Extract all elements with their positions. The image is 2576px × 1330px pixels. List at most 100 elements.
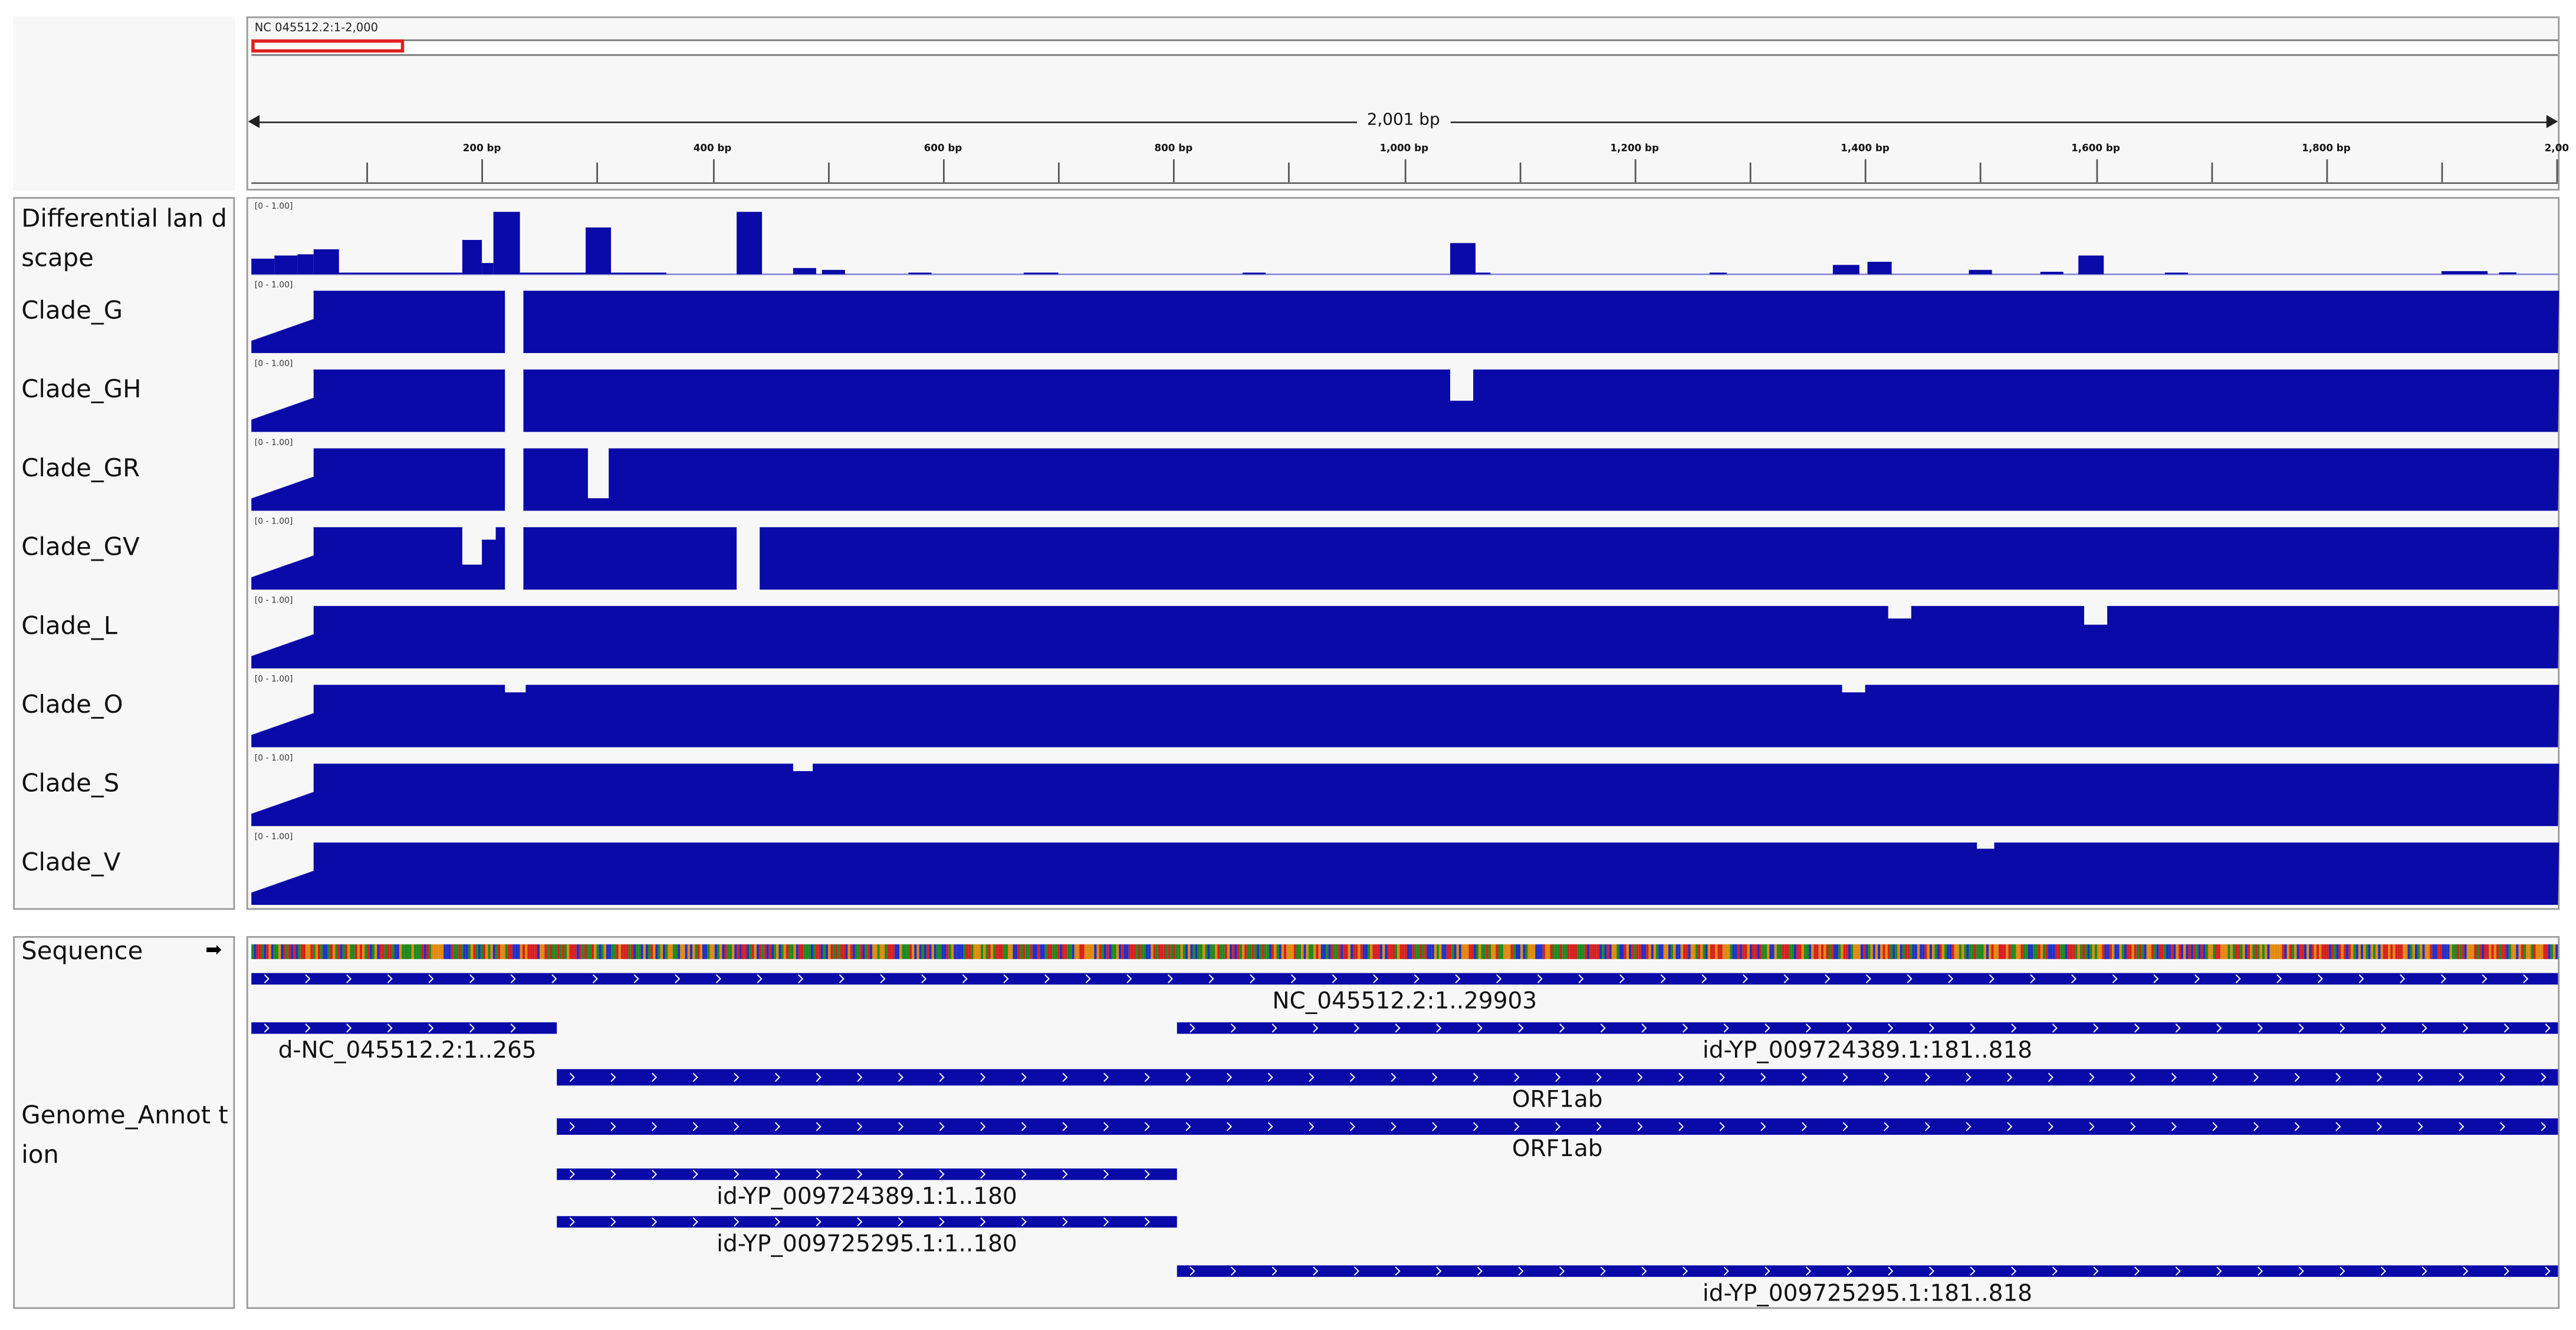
sequence-base [1188, 944, 1191, 959]
sequence-base [2173, 944, 2176, 959]
sequence-base [2378, 944, 2381, 959]
sequence-base [2294, 944, 2297, 959]
landscape-bar [297, 254, 314, 275]
sequence-base [576, 944, 579, 959]
track-name[interactable]: Clade_S [21, 763, 235, 803]
sequence-base [1096, 944, 1099, 959]
sequence-base [638, 944, 641, 959]
track-name-sequence[interactable]: Sequence [21, 931, 143, 970]
sequence-base [971, 944, 974, 959]
sequence-base [416, 944, 419, 959]
sequence-base [1350, 944, 1353, 959]
chromosome-ideogram[interactable] [251, 39, 2558, 56]
sequence-base [1575, 944, 1578, 959]
track-name[interactable]: Clade_V [21, 842, 235, 882]
sequence-base [1907, 944, 1910, 959]
sequence-base [308, 944, 311, 959]
sequence-base [2400, 944, 2403, 959]
sequence-base [1040, 944, 1043, 959]
sequence-base [968, 944, 971, 959]
sequence-base [1215, 944, 1218, 959]
sequence-base [2289, 944, 2292, 959]
feature-bar[interactable] [1177, 1265, 2558, 1277]
track-name[interactable]: Clade_GH [21, 370, 235, 409]
sequence-base [793, 944, 796, 959]
feature-bar[interactable] [557, 1216, 1177, 1228]
sequence-base [2328, 944, 2331, 959]
sequence-base [1116, 944, 1119, 959]
ruler-tick-label: 1,600 bp [2071, 143, 2120, 154]
sequence-base [860, 944, 863, 959]
track-name-genome-annotation[interactable]: Genome_Annot tion [21, 1095, 235, 1174]
sequence-base [1927, 944, 1930, 959]
sequence-base [2269, 944, 2272, 959]
sequence-base [1128, 944, 1131, 959]
sequence-base [1552, 944, 1555, 959]
ruler-tick-label: 800 bp [1154, 143, 1193, 154]
sequence-base [256, 944, 259, 959]
sequence-base [912, 944, 915, 959]
sequence-base [2282, 944, 2285, 959]
track-data-range: [0 - 1.00] [254, 360, 293, 370]
track-name[interactable]: Differential lan dscape [21, 199, 235, 278]
sequence-base [892, 944, 895, 959]
sequence-base [325, 944, 328, 959]
sequence-base [517, 944, 520, 959]
sequence-base [490, 944, 493, 959]
sequence-base [867, 944, 870, 959]
sequence-base [1025, 944, 1028, 959]
sequence-base [2508, 944, 2511, 959]
sequence-base [1614, 944, 1617, 959]
sequence-base [1611, 944, 1614, 959]
track-name[interactable]: Clade_GR [21, 448, 235, 488]
sequence-base [699, 944, 702, 959]
sequence-base [2410, 944, 2413, 959]
sequence-base [1749, 944, 1752, 959]
track-name[interactable]: Clade_G [21, 291, 235, 330]
feature-bar[interactable] [557, 1168, 1177, 1180]
sequence-base [695, 944, 698, 959]
ruler-tick-label: 200 bp [462, 143, 501, 154]
feature-label: id-YP_009725295.1:181..818 [1702, 1280, 2033, 1308]
sequence-base [1448, 944, 1452, 959]
sequence-base [465, 944, 468, 959]
sequence-base [705, 944, 708, 959]
sequence-base [2188, 944, 2191, 959]
sequence-base [2052, 944, 2055, 959]
sequence-base [2082, 944, 2085, 959]
sequence-base [1230, 944, 1233, 959]
sequence-base [1064, 944, 1067, 959]
sequence-base [616, 944, 619, 959]
landscape-bar [737, 212, 763, 275]
sequence-base [1752, 944, 1755, 959]
sequence-base [557, 944, 560, 959]
sequence-base [958, 944, 961, 959]
sequence-base [2348, 944, 2351, 959]
sequence-base [471, 944, 474, 959]
track-name[interactable]: Clade_L [21, 606, 235, 646]
sequence-base [1320, 944, 1323, 959]
sequence-base [1323, 944, 1326, 959]
sequence-base [961, 944, 964, 959]
sequence-base [1537, 944, 1540, 959]
sequence-base [1086, 944, 1089, 959]
sequence-base [2265, 944, 2268, 959]
sequence-base [2403, 944, 2406, 959]
ruler-tick [1404, 159, 1406, 183]
sequence-base [768, 944, 771, 959]
sequence-base [2018, 944, 2021, 959]
sequence-base [1951, 944, 1954, 959]
sequence-base [1284, 944, 1287, 959]
strand-arrow-icon[interactable]: ➡ [205, 938, 222, 961]
track-name[interactable]: Clade_GV [21, 527, 235, 567]
sequence-base [2257, 944, 2260, 959]
sequence-base [1991, 944, 1994, 959]
current-region-box[interactable] [251, 39, 405, 53]
sequence-base [561, 944, 564, 959]
sequence-base [1744, 944, 1747, 959]
feature-bar[interactable] [1177, 1022, 2558, 1034]
sequence-base [714, 944, 717, 959]
sequence-base [2395, 944, 2398, 959]
sequence-base [1922, 944, 1925, 959]
track-name[interactable]: Clade_O [21, 685, 235, 725]
